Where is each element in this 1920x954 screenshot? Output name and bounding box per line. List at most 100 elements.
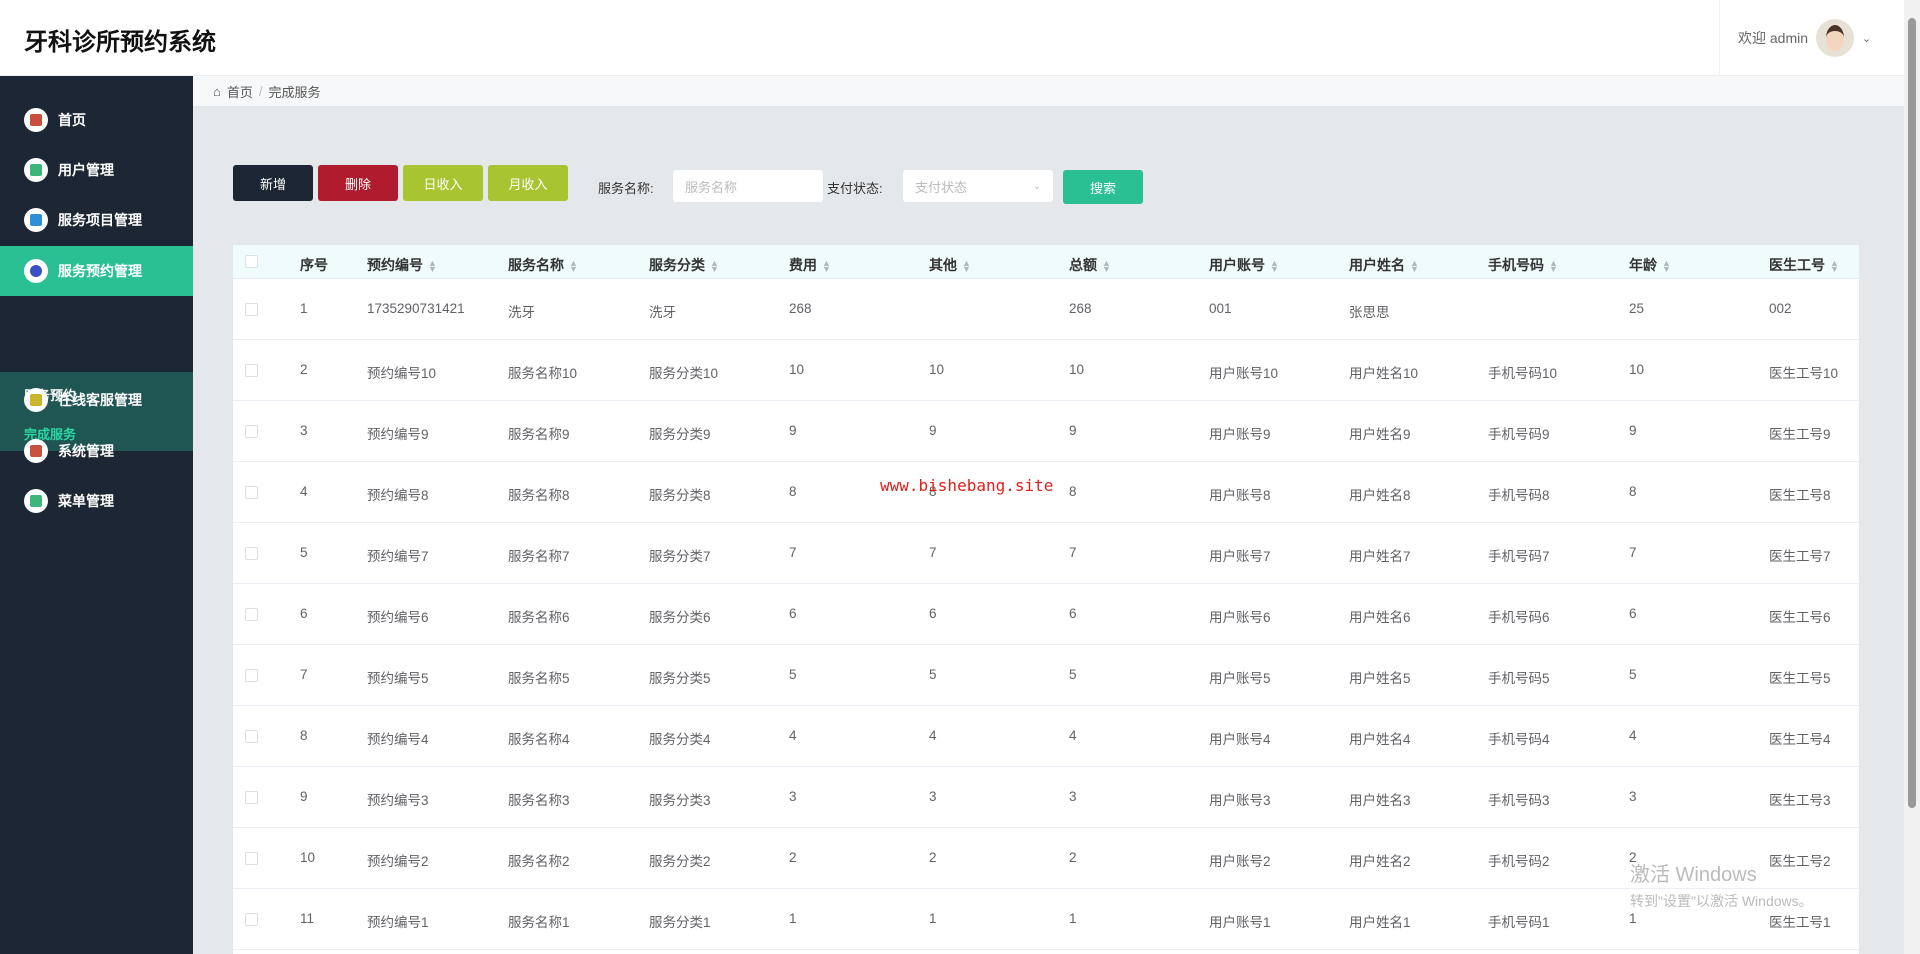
table-cell: 268 [789, 301, 812, 316]
table-cell: 手机号码2 [1488, 854, 1550, 869]
table-cell: 6 [929, 606, 937, 621]
sidebar-item-system[interactable]: 系统管理 [0, 426, 193, 476]
row-checkbox[interactable] [245, 425, 258, 438]
table-cell: 用户姓名6 [1349, 610, 1411, 625]
breadcrumb-home[interactable]: 首页 [227, 82, 253, 101]
table-row[interactable]: 1 1735290731421 洗牙 洗牙 268 268 001 张思思 25 002 [233, 279, 1859, 340]
user-icon [24, 158, 48, 182]
table-row[interactable]: 11 预约编号1 服务名称1 服务分类1 1 1 1 用户账号1 用户姓名1 手机号码1 1 医生工号… [233, 889, 1859, 950]
table-cell: 预约编号2 [367, 854, 429, 869]
table-row[interactable]: 3 预约编号9 服务名称9 服务分类9 9 9 9 用户账号9 用户姓名9 手机号码9 9 医生工号9 [233, 401, 1859, 462]
table-cell: 3 [789, 789, 797, 804]
sort-icon[interactable]: ▲ ▼ [1549, 259, 1558, 274]
column-header-label: 序号 [300, 257, 328, 273]
table-cell: 手机号码7 [1488, 549, 1550, 564]
user-menu[interactable]: 欢迎 admin ⌄ [1719, 0, 1904, 76]
table-row[interactable]: 10 预约编号2 服务名称2 服务分类2 2 2 2 用户账号2 用户姓名2 手机号码2 2 医生工号… [233, 828, 1859, 889]
pay-status-select[interactable]: 支付状态 ⌄ [903, 170, 1053, 202]
main-content: 新增 删除 日收入 月收入 服务名称: 服务名称 支付状态: 支付状态 ⌄ 搜索… [193, 106, 1904, 954]
column-header-label: 用户账号 [1209, 257, 1265, 273]
windows-activation-watermark: 激活 Windows 转到"设置"以激活 Windows。 [1630, 858, 1813, 911]
column-header[interactable]: 用户姓名 ▲ ▼ [1349, 255, 1419, 275]
table-cell: 服务分类1 [649, 915, 711, 930]
table-cell: 洗牙 [508, 305, 535, 320]
sort-icon[interactable]: ▲ ▼ [1830, 259, 1839, 274]
column-header[interactable]: 费用 ▲ ▼ [789, 255, 831, 275]
sort-icon[interactable]: ▲ ▼ [710, 259, 719, 274]
sort-icon[interactable]: ▲ ▼ [1270, 259, 1279, 274]
sidebar-item-menu[interactable]: 菜单管理 [0, 476, 193, 526]
sort-icon[interactable]: ▲ ▼ [569, 259, 578, 274]
sidebar-item-label: 用户管理 [58, 162, 114, 178]
column-header[interactable]: 用户账号 ▲ ▼ [1209, 255, 1279, 275]
row-checkbox[interactable] [245, 303, 258, 316]
select-all-checkbox[interactable] [245, 255, 258, 268]
table-row[interactable]: 6 预约编号6 服务名称6 服务分类6 6 6 6 用户账号6 用户姓名6 手机号码6 6 医生工号6 [233, 584, 1859, 645]
table-cell: 预约编号3 [367, 793, 429, 808]
sidebar-item-online-service[interactable]: 在线客服管理 [0, 375, 193, 425]
table-cell: 1 [1069, 911, 1077, 926]
column-header[interactable]: 总额 ▲ ▼ [1069, 255, 1111, 275]
table-cell: 手机号码5 [1488, 671, 1550, 686]
row-checkbox[interactable] [245, 791, 258, 804]
column-header[interactable]: 年龄 ▲ ▼ [1629, 255, 1671, 275]
sort-icon[interactable]: ▲ ▼ [1102, 259, 1111, 274]
sort-icon[interactable]: ▲ ▼ [1410, 259, 1419, 274]
row-checkbox[interactable] [245, 852, 258, 865]
row-checkbox[interactable] [245, 608, 258, 621]
table-row[interactable]: 7 预约编号5 服务名称5 服务分类5 5 5 5 用户账号5 用户姓名5 手机号码5 5 医生工号5 [233, 645, 1859, 706]
row-checkbox[interactable] [245, 669, 258, 682]
table-cell: 手机号码4 [1488, 732, 1550, 747]
sort-icon[interactable]: ▲ ▼ [428, 259, 437, 274]
table-cell: 预约编号10 [367, 366, 437, 381]
table-header: 序号 预约编号 ▲ ▼ 服务名称 ▲ ▼ 服务分类 ▲ ▼ 费用 ▲ ▼ 其他 ▲ ▼ 总额 ▲ ▼ 用户账号 ▲ ▼ 用户… [233, 245, 1859, 279]
delete-button[interactable]: 删除 [318, 165, 398, 201]
column-header: 序号 [300, 255, 328, 275]
table-cell: 8 [1629, 484, 1637, 499]
sidebar-item-service-items[interactable]: 服务项目管理 [0, 195, 193, 245]
sidebar-item-service-booking[interactable]: 服务预约管理 [0, 246, 193, 296]
row-checkbox[interactable] [245, 486, 258, 499]
column-header[interactable]: 手机号码 ▲ ▼ [1488, 255, 1558, 275]
column-header[interactable]: 预约编号 ▲ ▼ [367, 255, 437, 275]
sort-icon[interactable]: ▲ ▼ [962, 259, 971, 274]
column-header[interactable]: 其他 ▲ ▼ [929, 255, 971, 275]
table-cell: 医生工号6 [1769, 610, 1831, 625]
table-cell: 7 [1629, 545, 1637, 560]
daily-income-button[interactable]: 日收入 [403, 165, 483, 201]
table-cell: 6 [1629, 606, 1637, 621]
search-button[interactable]: 搜索 [1063, 170, 1143, 204]
table-row[interactable]: 2 预约编号10 服务名称10 服务分类10 10 10 10 用户账号10 用户姓名10 手机号… [233, 340, 1859, 401]
table-row[interactable]: 9 预约编号3 服务名称3 服务分类3 3 3 3 用户账号3 用户姓名3 手机号码3 3 医生工号3 [233, 767, 1859, 828]
table-cell: 8 [300, 728, 308, 743]
avatar[interactable] [1816, 19, 1855, 57]
table-cell: 服务分类4 [649, 732, 711, 747]
scrollbar-thumb[interactable] [1908, 18, 1916, 808]
sidebar-item-users[interactable]: 用户管理 [0, 145, 193, 195]
column-header[interactable]: 服务名称 ▲ ▼ [508, 255, 578, 275]
row-checkbox[interactable] [245, 364, 258, 377]
row-checkbox[interactable] [245, 730, 258, 743]
sort-icon[interactable]: ▲ ▼ [822, 259, 831, 274]
monthly-income-button[interactable]: 月收入 [488, 165, 568, 201]
table-cell: 7 [300, 667, 308, 682]
service-name-input[interactable]: 服务名称 [673, 170, 823, 202]
table-cell: 5 [1069, 667, 1077, 682]
chevron-down-icon[interactable]: ⌄ [1862, 32, 1871, 45]
page-scrollbar[interactable] [1904, 0, 1920, 954]
table-cell: 服务名称5 [508, 671, 570, 686]
windows-activation-hint: 转到"设置"以激活 Windows。 [1630, 893, 1813, 909]
column-header[interactable]: 医生工号 ▲ ▼ [1769, 255, 1839, 275]
table-row[interactable]: 5 预约编号7 服务名称7 服务分类7 7 7 7 用户账号7 用户姓名7 手机号码7 7 医生工号7 [233, 523, 1859, 584]
table-cell: 002 [1769, 301, 1792, 316]
table-row[interactable]: 8 预约编号4 服务名称4 服务分类4 4 4 4 用户账号4 用户姓名4 手机号码4 4 医生工号4 [233, 706, 1859, 767]
table-cell: 用户姓名5 [1349, 671, 1411, 686]
add-button[interactable]: 新增 [233, 165, 313, 201]
row-checkbox[interactable] [245, 547, 258, 560]
row-checkbox[interactable] [245, 913, 258, 926]
sidebar-item-home[interactable]: 首页 [0, 95, 193, 145]
table-cell: 001 [1209, 301, 1232, 316]
sort-icon[interactable]: ▲ ▼ [1662, 259, 1671, 274]
column-header[interactable]: 服务分类 ▲ ▼ [649, 255, 719, 275]
table-cell: 10 [300, 850, 316, 865]
